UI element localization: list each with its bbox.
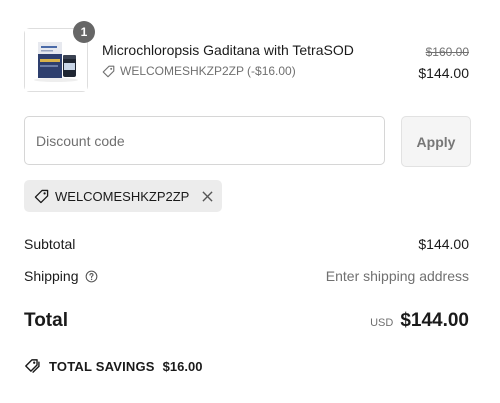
product-discount-amount: (-$16.00) <box>247 64 296 78</box>
subtotal-label: Subtotal <box>24 236 76 252</box>
savings-label: TOTAL SAVINGS <box>49 358 155 374</box>
total-value: $144.00 <box>400 310 469 331</box>
total-label: Total <box>24 310 68 331</box>
product-discount-code: WELCOMESHKZP2ZP <box>120 64 245 78</box>
apply-button[interactable]: Apply <box>401 116 471 167</box>
product-name: Microchloropsis Gaditana with TetraSOD <box>102 42 354 58</box>
close-icon <box>201 190 213 202</box>
currency-code: USD <box>370 317 394 329</box>
applied-discount-tag: WELCOMESHKZP2ZP <box>24 180 222 212</box>
help-icon[interactable] <box>85 270 98 283</box>
total-savings: TOTAL SAVINGS $16.00 <box>24 358 202 374</box>
shipping-label: Shipping <box>24 268 79 284</box>
discounted-price: $144.00 <box>418 65 469 81</box>
savings-value: $16.00 <box>162 358 203 374</box>
discount-code-input[interactable] <box>24 116 385 165</box>
savings-tag-icon <box>25 359 40 373</box>
original-price: $160.00 <box>425 45 469 59</box>
shipping-value: Enter shipping address <box>325 268 469 284</box>
product-discount: WELCOMESHKZP2ZP (-$16.00) <box>102 64 296 78</box>
quantity-badge: 1 <box>73 21 95 43</box>
tag-icon <box>34 189 49 203</box>
remove-discount-button[interactable] <box>200 189 214 203</box>
shipping-row-label: Shipping <box>24 268 98 284</box>
total-value-group: USD $144.00 <box>370 310 469 332</box>
tag-icon <box>102 65 115 77</box>
applied-discount-code: WELCOMESHKZP2ZP <box>55 188 190 204</box>
subtotal-value: $144.00 <box>418 236 469 252</box>
